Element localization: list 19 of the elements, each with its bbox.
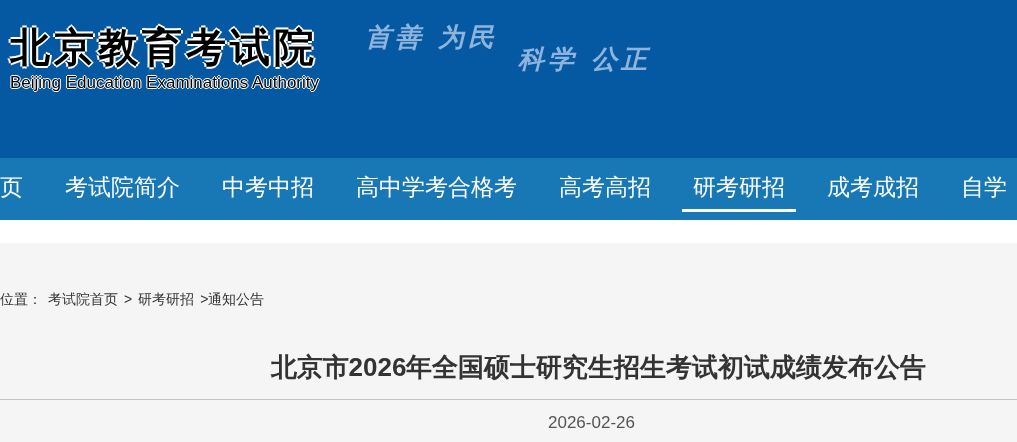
breadcrumb-text: 位置：	[0, 290, 42, 309]
nav-tab[interactable]: 高中学考合格考	[345, 166, 528, 212]
breadcrumb-link[interactable]: 研考研招	[138, 289, 195, 310]
logo-subtitle: Beijing Education Examinations Authority	[10, 72, 319, 94]
breadcrumb-link[interactable]: >通知公告	[200, 289, 265, 310]
slogan-text: 科学 公正	[518, 43, 652, 76]
logo-title: 北京教育考试院	[10, 22, 319, 72]
nav-tab[interactable]: 高考高招	[548, 166, 662, 212]
nav-tab[interactable]: 成考成招	[816, 166, 930, 212]
nav-tab[interactable]: 页	[0, 166, 34, 212]
slogan-text: 首善 为民	[365, 21, 499, 54]
article-title: 北京市2026年全国硕士研究生招生考试初试成绩发布公告	[270, 351, 927, 384]
nav-tab[interactable]: 考试院简介	[54, 166, 191, 212]
breadcrumb-link[interactable]: 考试院首页	[48, 289, 118, 310]
nav-tab[interactable]: 中考中招	[211, 166, 325, 212]
publish-date: 2026-02-26	[548, 412, 635, 434]
nav-tab[interactable]: 研考研招	[682, 166, 796, 212]
nav-tab[interactable]: 自学	[950, 166, 1017, 212]
breadcrumb-text: >	[124, 290, 133, 309]
